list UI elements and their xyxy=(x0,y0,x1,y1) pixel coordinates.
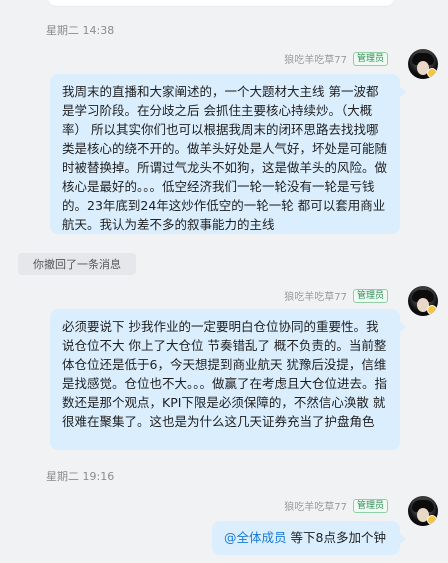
avatar[interactable] xyxy=(408,49,438,79)
sender-name[interactable]: 狼吃羊吃草77 xyxy=(284,498,347,513)
previous-message-bubble-edge xyxy=(48,0,394,6)
message-bubble-2[interactable]: 必须要说下 抄我作业的一定要明白仓位协同的重要性。我说仓位不大 你上了大仓位 节… xyxy=(50,309,406,450)
timestamp-1: 星期二 14:38 xyxy=(46,24,115,37)
timestamp-2: 星期二 19:16 xyxy=(46,470,115,483)
sender-row-2: 狼吃羊吃草77 管理员 xyxy=(284,288,388,303)
admin-badge: 管理员 xyxy=(352,498,388,513)
avatar-badge-dot xyxy=(427,515,437,525)
message-bubble-1[interactable]: 我周末的直播和大家阐述的，一个大题材大主线 第一波都是学习阶段。在分歧之后 会抓… xyxy=(50,74,406,234)
sender-row-1: 狼吃羊吃草77 管理员 xyxy=(284,51,388,66)
admin-badge: 管理员 xyxy=(352,288,388,303)
avatar[interactable] xyxy=(408,496,438,526)
message-text: 我周末的直播和大家阐述的，一个大题材大主线 第一波都是学习阶段。在分歧之后 会抓… xyxy=(62,84,388,232)
avatar-badge-dot xyxy=(427,68,437,78)
admin-badge: 管理员 xyxy=(352,51,388,66)
mention-all-members[interactable]: @全体成员 xyxy=(224,530,287,545)
message-bubble-3[interactable]: @全体成员 等下8点多加个钟 xyxy=(212,521,406,555)
recall-notice: 你撤回了一条消息 xyxy=(18,253,136,275)
avatar[interactable] xyxy=(408,286,438,316)
message-text: 必须要说下 抄我作业的一定要明白仓位协同的重要性。我说仓位不大 你上了大仓位 节… xyxy=(62,319,388,429)
avatar-badge-dot xyxy=(427,305,437,315)
sender-row-3: 狼吃羊吃草77 管理员 xyxy=(284,498,388,513)
sender-name[interactable]: 狼吃羊吃草77 xyxy=(284,51,347,66)
sender-name[interactable]: 狼吃羊吃草77 xyxy=(284,288,347,303)
message-text: 等下8点多加个钟 xyxy=(286,530,386,545)
